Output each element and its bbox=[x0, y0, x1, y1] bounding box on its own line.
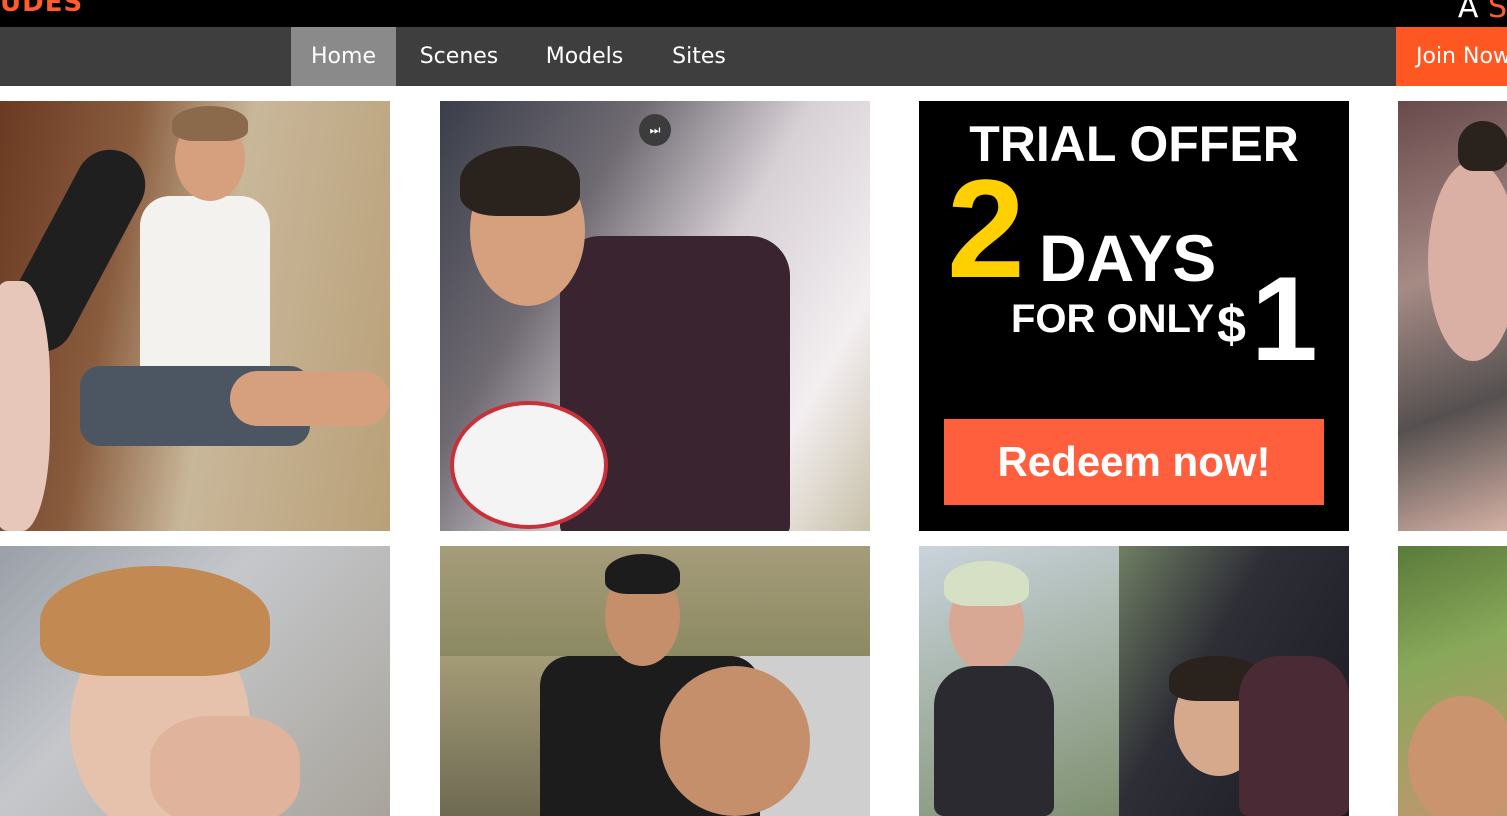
thumbnail-figure bbox=[150, 716, 300, 816]
thumbnail-figure bbox=[230, 371, 390, 426]
promo-price: 1 bbox=[1251, 252, 1318, 386]
skip-forward-icon[interactable]: ⏭ bbox=[639, 114, 671, 146]
nav-sites[interactable]: Sites bbox=[661, 27, 737, 86]
nav-home[interactable]: Home bbox=[291, 27, 396, 86]
nav-models[interactable]: Models bbox=[533, 27, 636, 86]
promo-for-only: FOR ONLY bbox=[1011, 297, 1214, 341]
thumbnail-figure bbox=[172, 106, 248, 141]
thumbnail-figure bbox=[944, 561, 1029, 606]
redeem-now-button[interactable]: Redeem now! bbox=[944, 419, 1324, 505]
join-now-button[interactable]: Join Now bbox=[1396, 27, 1507, 86]
video-player[interactable]: ⏭ bbox=[440, 101, 870, 531]
thumbnail-figure bbox=[934, 666, 1054, 816]
thumbnail-figure bbox=[1408, 696, 1507, 816]
trial-offer-banner[interactable]: TRIAL OFFER 2 DAYS FOR ONLY $ 1 Redeem n… bbox=[919, 101, 1349, 531]
video-thumbnail[interactable] bbox=[1398, 101, 1507, 531]
header-right-accent: S bbox=[1487, 0, 1507, 25]
site-logo[interactable]: UDES bbox=[0, 0, 83, 18]
video-thumbnail[interactable] bbox=[0, 546, 390, 816]
header-right-main: A bbox=[1457, 0, 1479, 25]
thumbnail-figure bbox=[40, 566, 270, 676]
main-nav: Home Scenes Models Sites Join Now bbox=[0, 27, 1507, 86]
video-thumbnail[interactable] bbox=[1398, 546, 1507, 816]
nav-scenes[interactable]: Scenes bbox=[410, 27, 508, 86]
thumbnail-figure bbox=[0, 281, 50, 531]
thumbnail-figure bbox=[1239, 656, 1349, 816]
video-thumbnail[interactable] bbox=[919, 546, 1349, 816]
top-header: UDES A S bbox=[0, 0, 1507, 27]
video-thumbnail[interactable] bbox=[0, 101, 390, 531]
thumbnail-figure bbox=[460, 146, 580, 216]
thumbnail-figure bbox=[450, 401, 608, 529]
header-right-text: A S bbox=[1458, 0, 1507, 25]
promo-currency: $ bbox=[1217, 296, 1246, 354]
promo-unit: DAYS bbox=[1039, 221, 1217, 295]
thumbnail-figure bbox=[605, 554, 680, 594]
thumbnail-figure bbox=[660, 666, 810, 816]
promo-number: 2 bbox=[947, 150, 1025, 307]
thumbnail-figure bbox=[1458, 121, 1507, 171]
thumbnail-figure bbox=[1428, 161, 1507, 361]
thumbnail-figure bbox=[140, 196, 270, 386]
video-thumbnail[interactable] bbox=[440, 546, 870, 816]
